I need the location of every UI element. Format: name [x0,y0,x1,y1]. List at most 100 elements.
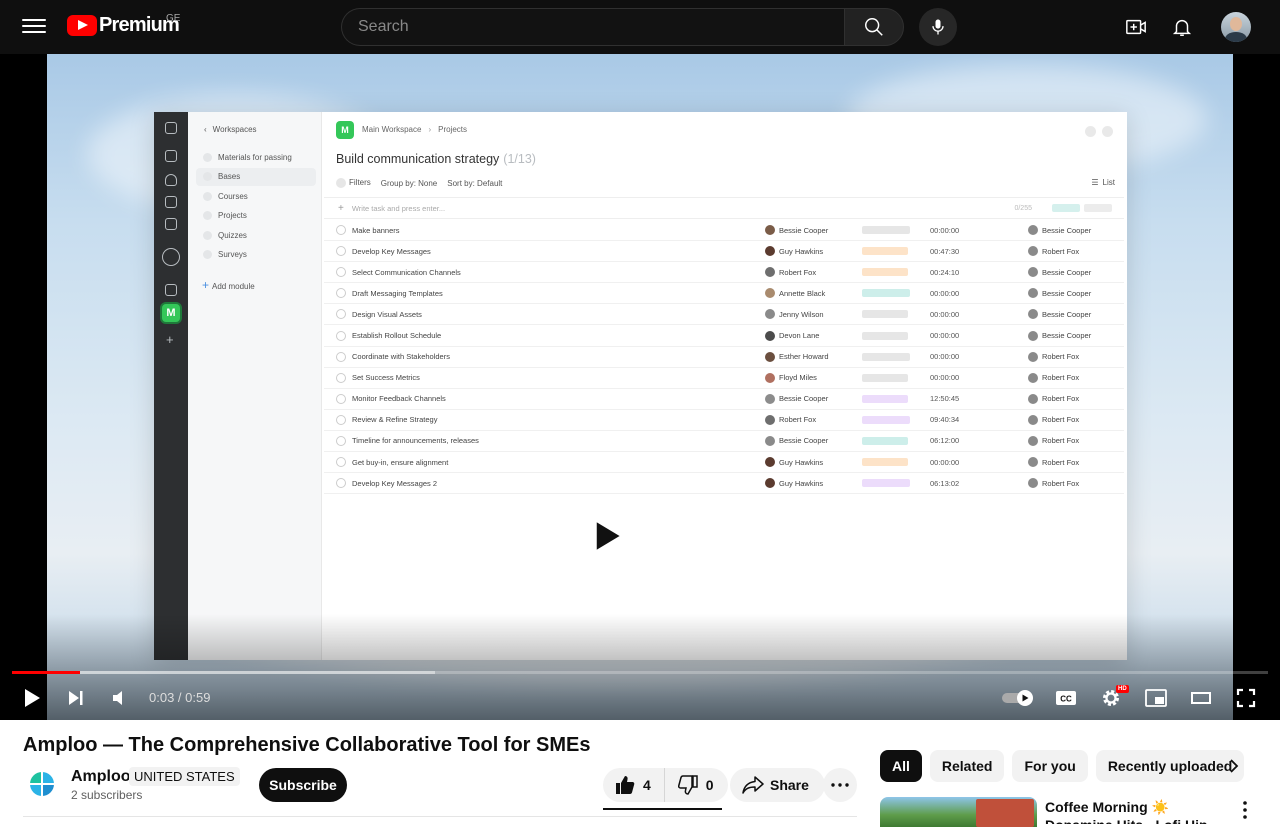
progress-bar[interactable] [12,671,1268,674]
voice-search-button[interactable] [919,8,957,46]
task-tag-bar [862,373,908,382]
task-name: Get buy-in, ensure alignment [352,457,449,467]
thumbs-down-icon [677,775,698,795]
assignee-avatar [765,225,775,236]
assignee-name: Bessie Cooper [779,436,829,446]
owner-avatar [1028,393,1038,404]
subscribe-button[interactable]: Subscribe [259,768,347,802]
theater-mode-button[interactable] [1187,682,1215,714]
task-assignee: Esther Howard [765,351,829,362]
task-owner: Bessie Cooper [1028,330,1091,341]
task-time: 00:00:00 [930,457,960,467]
share-label: Share [770,777,809,793]
assignee-name: Bessie Cooper [779,394,829,404]
search-button[interactable] [844,8,904,46]
youtube-play-logo-icon [67,15,97,36]
channel-logo-icon [24,766,60,802]
assignee-name: Guy Hawkins [779,478,824,488]
task-name: Design Visual Assets [352,309,422,319]
list-icon: ☰ [1091,178,1099,187]
app-main: M Main Workspace › Projects Build communic… [322,112,1127,660]
miniplayer-icon [1145,689,1167,707]
task-owner: Bessie Cooper [1028,225,1091,236]
captions-button[interactable]: CC [1052,682,1080,714]
chip-related[interactable]: Related [929,750,1005,782]
like-button[interactable]: 4 [603,768,664,802]
owner-avatar [1028,414,1038,425]
owner-name: Robert Fox [1042,394,1080,404]
chip-all[interactable]: All [880,750,922,782]
search-input[interactable] [341,8,844,46]
chip-for-you[interactable]: For you [1012,750,1088,782]
owner-avatar [1028,435,1038,446]
task-tag-bar [862,310,908,319]
share-button[interactable]: Share [730,768,825,802]
notifications-button[interactable] [1170,15,1194,39]
task-owner: Robert Fox [1028,435,1079,446]
task-time: 00:00:00 [930,309,960,319]
assignee-avatar [765,246,775,257]
task-owner: Robert Fox [1028,478,1079,489]
more-actions-button[interactable] [823,768,857,802]
task-name: Develop Key Messages 2 [352,478,438,488]
task-owner: Robert Fox [1028,457,1079,468]
project-count: (1/13) [503,152,536,166]
owner-name: Robert Fox [1042,415,1080,425]
task-row: Monitor Feedback Channels Bessie Cooper 12… [324,389,1124,410]
task-name: Select Communication Channels [352,267,461,277]
recommendation-more-button[interactable] [1236,800,1254,820]
microphone-icon [932,19,944,35]
next-button[interactable] [62,682,90,714]
side-item-label: Surveys [218,250,247,259]
bell-icon [1172,19,1192,36]
task-checkbox [336,372,346,383]
dislike-button[interactable]: 0 [663,768,728,802]
menu-icon[interactable] [22,15,46,39]
channel-avatar[interactable] [24,766,60,802]
task-name: Coordinate with Stakeholders [352,352,450,362]
channel-name[interactable]: Amploo [71,768,131,786]
channel-country-badge: UNITED STATES [129,767,240,786]
task-row: Set Success Metrics Floyd Miles 00:00:00 Ro… [324,368,1124,389]
volume-button[interactable] [106,682,134,714]
assignee-name: Devon Lane [779,331,820,341]
play-overlay-icon[interactable] [595,519,623,557]
fullscreen-button[interactable] [1232,682,1260,714]
owner-avatar [1028,246,1038,257]
owner-avatar [1028,267,1038,278]
assignee-name: Floyd Miles [779,373,817,383]
plus-icon: + [202,278,210,292]
task-assignee: Robert Fox [765,414,816,425]
task-time: 00:24:10 [930,267,960,277]
assignee-name: Annette Black [779,288,826,298]
view-label: List [1102,178,1115,187]
view-toggle: ☰ List [1091,178,1115,187]
assignee-name: Jenny Wilson [779,309,824,319]
task-assignee: Bessie Cooper [765,435,829,446]
task-row: Design Visual Assets Jenny Wilson 00:00:00… [324,304,1124,326]
create-button[interactable] [1124,15,1148,39]
owner-name: Robert Fox [1042,352,1080,362]
play-button[interactable] [18,682,46,714]
task-owner: Robert Fox [1028,246,1079,257]
recommendation-thumbnail[interactable] [880,797,1037,827]
video-player[interactable]: M + ‹ Workspaces Materials for passing Bas… [0,54,1280,720]
assignee-avatar [765,309,775,320]
task-owner: Bessie Cooper [1028,309,1091,320]
account-avatar[interactable] [1221,12,1251,42]
recommendation-title[interactable]: Coffee Morning ☀️ Dopamine Hits - Lofi H… [1045,798,1225,824]
task-input: + Write task and press enter... 0/255 [324,197,1124,219]
chips-next-button[interactable] [1224,756,1244,776]
youtube-premium-logo[interactable]: Premium GE [67,13,180,37]
miniplayer-button[interactable] [1142,682,1170,714]
chevron-right-icon [1230,759,1239,773]
workspaces-back: ‹ Workspaces [204,125,257,134]
like-count: 4 [643,777,651,793]
chip-recently-uploaded[interactable]: Recently uploaded [1095,750,1245,782]
chat-icon [165,218,177,230]
task-owner: Bessie Cooper [1028,267,1091,278]
task-name: Review & Refine Strategy [352,415,438,425]
autoplay-toggle[interactable] [1000,682,1036,714]
window-controls [1079,124,1113,142]
assignee-avatar [765,435,775,446]
